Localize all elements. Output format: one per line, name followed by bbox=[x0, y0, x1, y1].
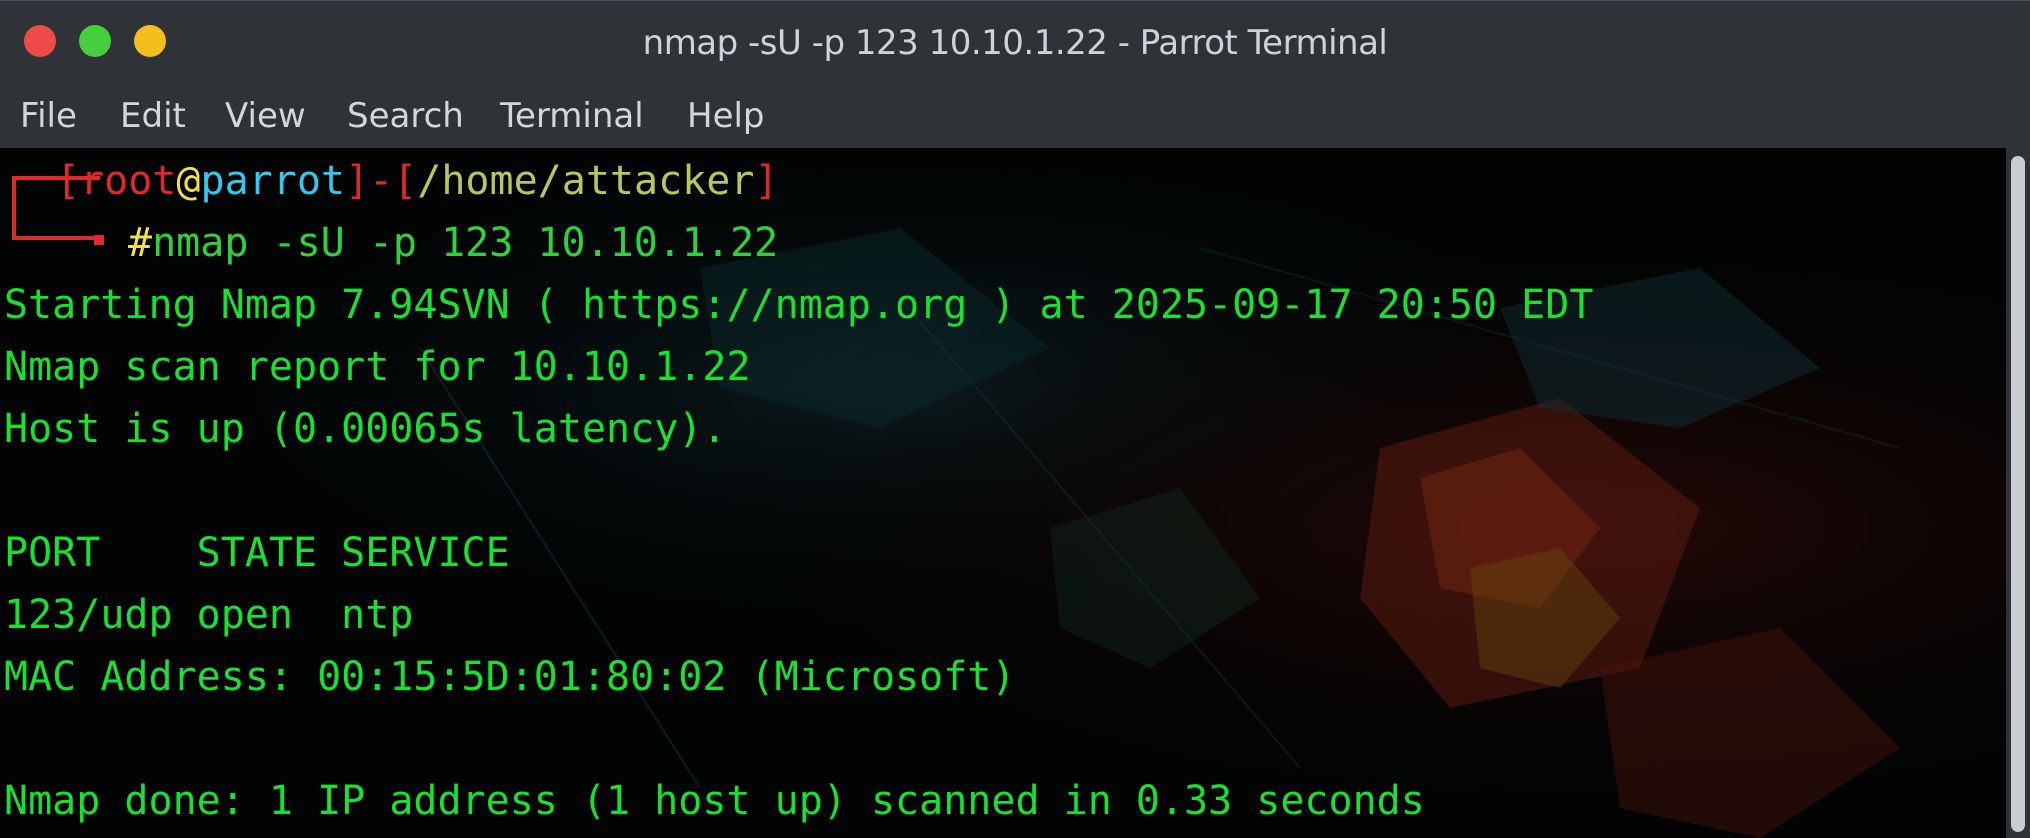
title-bar[interactable]: nmap -sU -p 123 10.10.1.22 - Parrot Term… bbox=[0, 0, 2030, 85]
menu-terminal[interactable]: Terminal bbox=[500, 84, 644, 148]
command-line: #nmap -sU -p 123 10.10.1.22 bbox=[128, 214, 778, 272]
prompt-path: /home/attacker bbox=[417, 158, 755, 204]
menu-bar: File Edit View Search Terminal Help bbox=[0, 84, 2030, 149]
output-line: Nmap done: 1 IP address (1 host up) scan… bbox=[4, 778, 1425, 824]
prompt-host: parrot bbox=[200, 158, 346, 204]
output-line: MAC Address: 00:15:5D:01:80:02 (Microsof… bbox=[4, 654, 1016, 700]
menu-view[interactable]: View bbox=[225, 84, 306, 148]
window-title: nmap -sU -p 123 10.10.1.22 - Parrot Term… bbox=[642, 23, 1388, 63]
output-line: 123/udp open ntp bbox=[4, 592, 414, 638]
prompt-line: [root@parrot]-[/home/attacker] bbox=[56, 158, 779, 204]
output-line: Nmap scan report for 10.10.1.22 bbox=[4, 344, 751, 390]
menu-search[interactable]: Search bbox=[347, 84, 464, 148]
vertical-scrollbar[interactable] bbox=[2006, 148, 2030, 838]
prompt-arrow-icon bbox=[94, 235, 104, 245]
prompt-at: @ bbox=[176, 158, 201, 204]
menu-edit[interactable]: Edit bbox=[120, 84, 186, 148]
output-line: Host is up (0.00065s latency). bbox=[4, 406, 727, 452]
menu-help[interactable]: Help bbox=[687, 84, 765, 148]
prompt-hash: # bbox=[128, 220, 153, 266]
terminal-area[interactable]: [root@parrot]-[/home/attacker] #nmap -sU… bbox=[0, 148, 2030, 838]
command-text: nmap -sU -p 123 10.10.1.22 bbox=[152, 220, 779, 266]
output-line: PORT STATE SERVICE bbox=[4, 530, 510, 576]
menu-file[interactable]: File bbox=[20, 84, 77, 148]
output-line: Starting Nmap 7.94SVN ( https://nmap.org… bbox=[4, 282, 1594, 328]
terminal-window: nmap -sU -p 123 10.10.1.22 - Parrot Term… bbox=[0, 0, 2030, 838]
scrollbar-thumb[interactable] bbox=[2011, 156, 2025, 832]
prompt-user: root bbox=[80, 158, 177, 204]
